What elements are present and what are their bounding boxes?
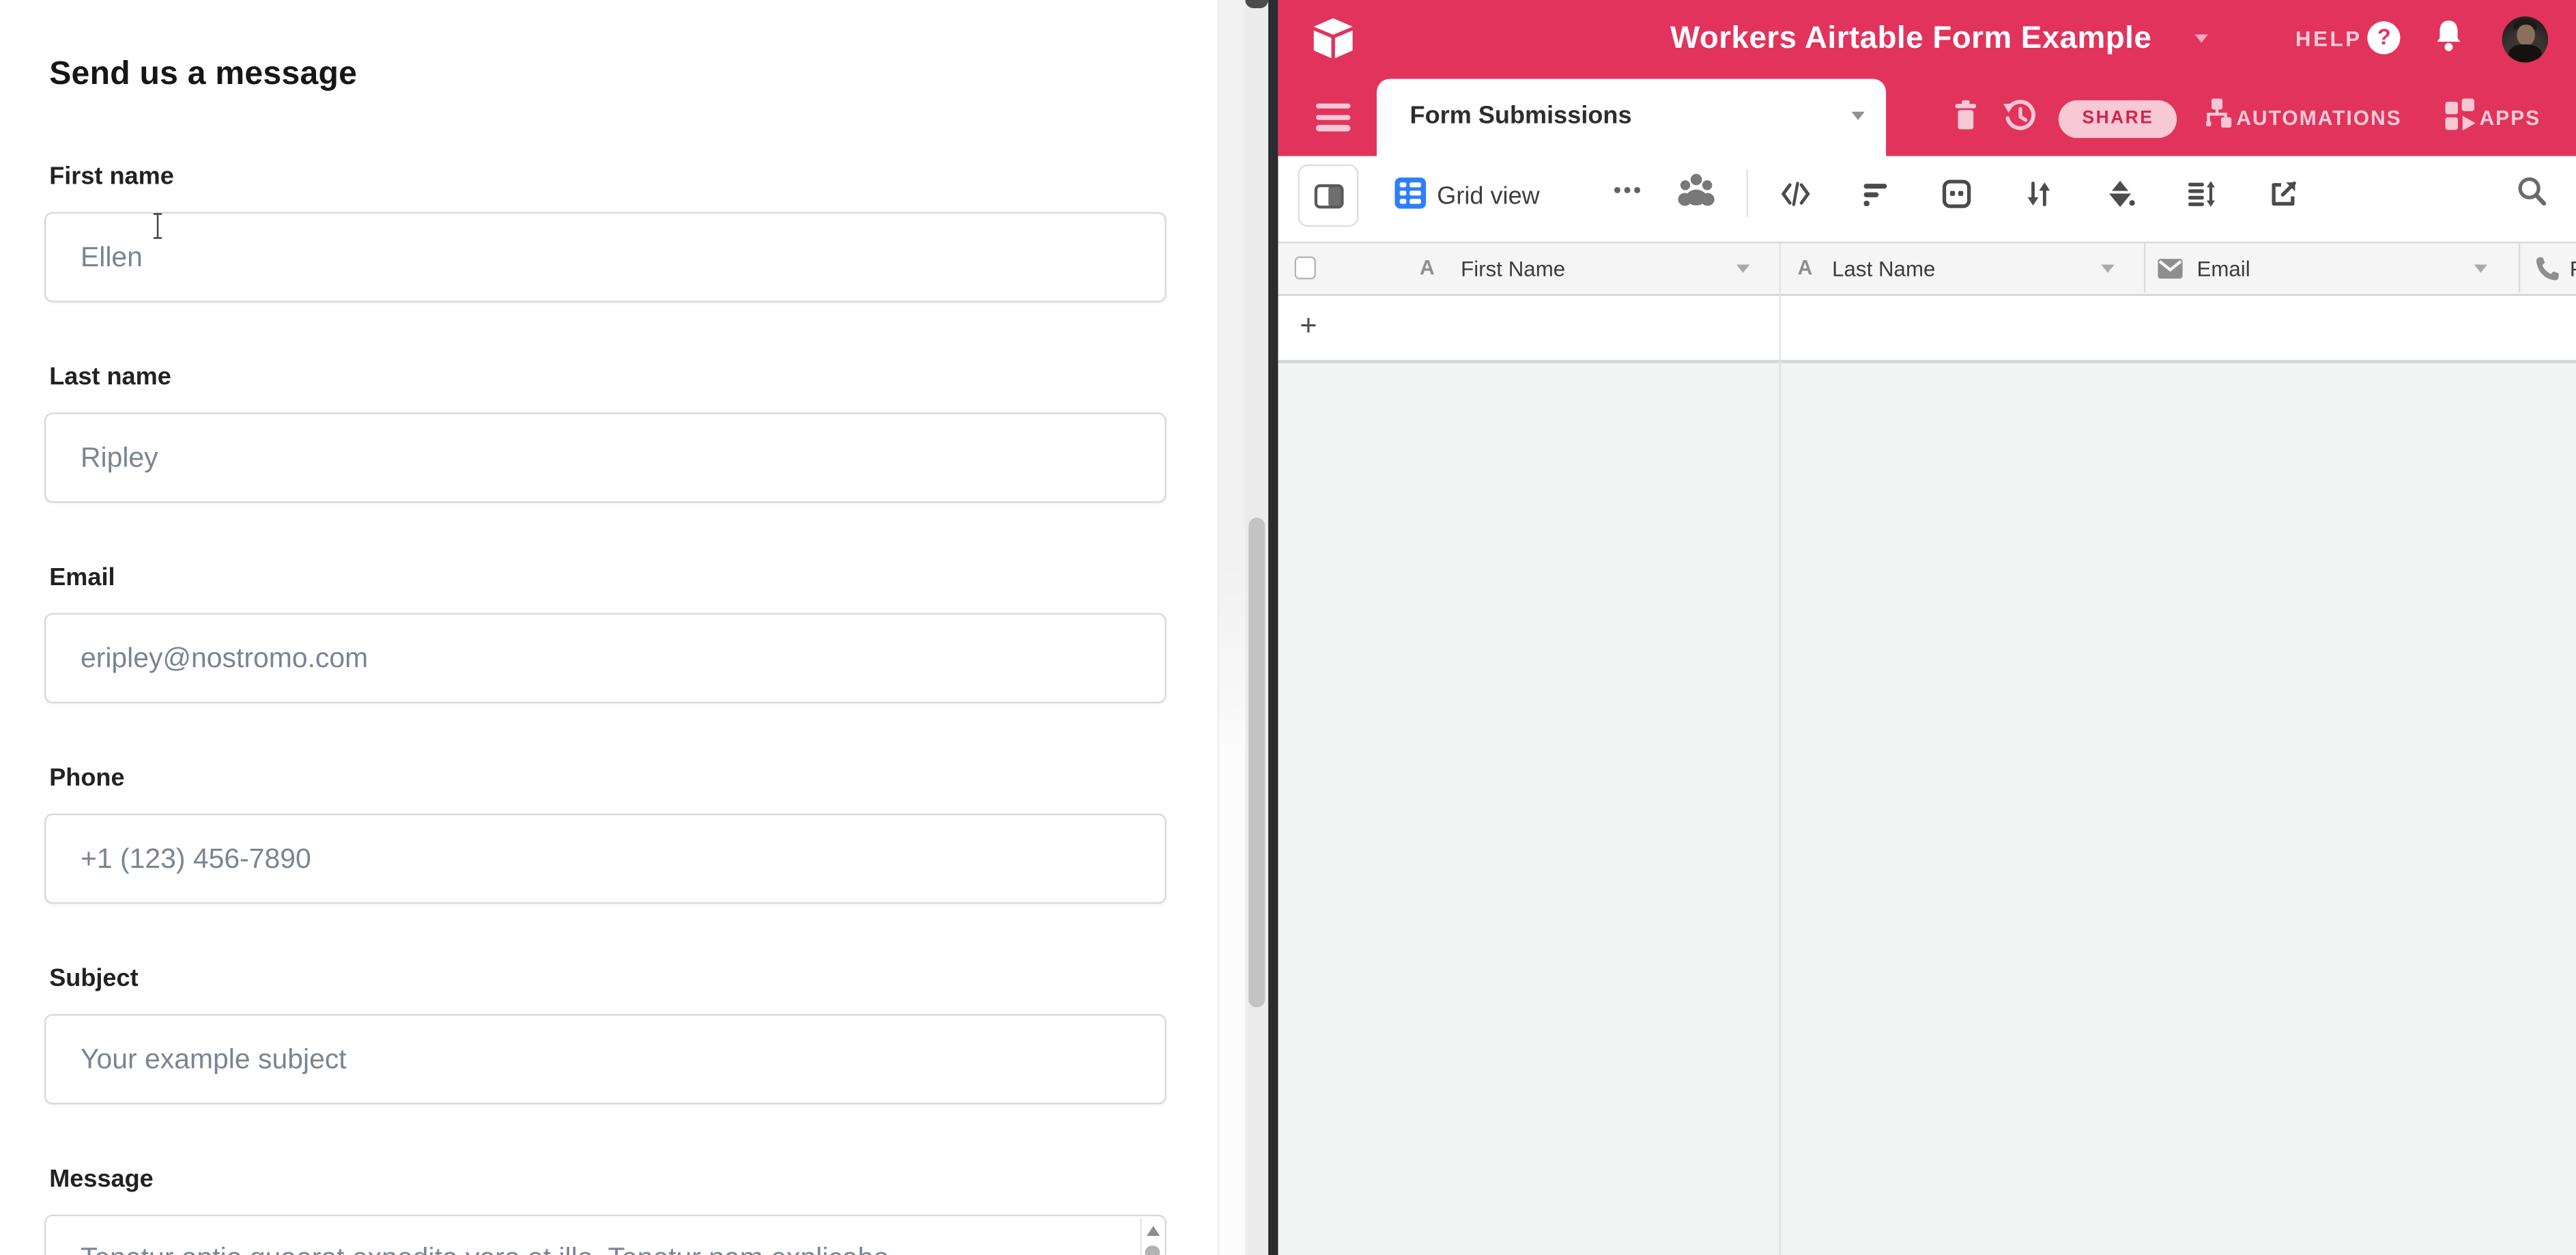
primary-column-divider	[1779, 242, 1780, 1255]
table-tab-label: Form Submissions	[1410, 101, 1632, 129]
base-title[interactable]: Workers Airtable Form Example	[1607, 20, 2215, 57]
email-field-icon	[2158, 257, 2184, 279]
column-divider	[2144, 242, 2145, 292]
column-last-name-caret-icon[interactable]	[2102, 264, 2115, 272]
grid-view-icon[interactable]	[1395, 178, 1427, 209]
message-label: Message	[49, 1165, 154, 1193]
message-textarea[interactable]: Tenetur optio quaerat expedita vero et i…	[44, 1215, 1167, 1255]
first-name-label: First name	[49, 163, 174, 191]
help-button[interactable]: HELP	[2295, 27, 2362, 51]
share-button-label: SHARE	[2083, 109, 2154, 128]
last-name-label: Last name	[49, 363, 171, 391]
notifications-bell-icon[interactable]	[2433, 18, 2465, 54]
share-view-icon[interactable]	[2269, 178, 2298, 208]
contact-form-pane: Send us a message First name Last name E…	[0, 0, 1218, 1255]
question-mark-glyph: ?	[2377, 24, 2391, 48]
airtable-logo-icon[interactable]	[1311, 16, 1356, 61]
column-email[interactable]: Email	[2196, 255, 2250, 280]
toolbar-separator	[1747, 169, 1748, 217]
email-input[interactable]	[44, 613, 1167, 703]
views-sidebar-toggle-button[interactable]	[1298, 163, 1359, 225]
subject-label: Subject	[49, 965, 138, 993]
collaborators-icon[interactable]	[1678, 171, 1715, 207]
table-tab-caret-icon[interactable]	[1852, 112, 1865, 120]
grid-column-header-row: A First Name A Last Name Email Phone	[1278, 241, 2576, 295]
add-record-plus-icon[interactable]: +	[1300, 308, 1317, 343]
select-all-checkbox[interactable]	[1295, 255, 1316, 279]
view-toolbar: Grid view •••	[1278, 156, 2576, 241]
filter-icon[interactable]	[1861, 178, 1891, 208]
message-scrollbar-thumb[interactable]	[1145, 1245, 1160, 1255]
text-field-icon: A	[1798, 255, 1813, 279]
sort-icon[interactable]	[2024, 178, 2054, 208]
window-divider	[1269, 0, 1278, 1255]
share-button[interactable]: SHARE	[2059, 100, 2177, 138]
phone-label: Phone	[49, 764, 124, 792]
add-record-row[interactable]: +	[1278, 295, 2576, 363]
view-name-label[interactable]: Grid view	[1437, 182, 1539, 210]
history-snapshot-icon[interactable]	[2003, 98, 2037, 133]
email-label: Email	[49, 564, 115, 592]
first-name-input[interactable]	[44, 212, 1167, 302]
base-title-caret-icon[interactable]	[2195, 35, 2208, 43]
column-last-name[interactable]: Last Name	[1832, 255, 1935, 280]
column-divider	[2518, 242, 2519, 292]
message-text: Tenetur optio quaerat expedita vero et i…	[81, 1243, 1122, 1255]
avatar-face	[2517, 24, 2534, 45]
row-height-icon[interactable]	[2187, 178, 2216, 208]
group-icon[interactable]	[1942, 178, 1971, 208]
column-first-name[interactable]: First Name	[1461, 255, 1565, 280]
screenshot-stage: Send us a message First name Last name E…	[0, 0, 2576, 1255]
apps-label[interactable]: APPS	[2479, 107, 2541, 130]
phone-input[interactable]	[44, 813, 1167, 903]
sidebar-menu-icon[interactable]	[1316, 104, 1351, 136]
hide-fields-icon[interactable]	[1781, 178, 1811, 208]
grid-empty-canvas	[1278, 363, 2576, 1255]
form-title: Send us a message	[49, 56, 357, 94]
phone-field-icon	[2534, 254, 2562, 282]
subject-input[interactable]	[44, 1014, 1167, 1104]
sidebar-panel-icon	[1315, 183, 1344, 208]
last-name-input[interactable]	[44, 412, 1167, 503]
column-first-name-caret-icon[interactable]	[1737, 264, 1750, 272]
avatar-body	[2509, 44, 2542, 61]
text-field-icon: A	[1420, 255, 1435, 279]
column-phone[interactable]: Phone	[2570, 255, 2576, 280]
column-email-caret-icon[interactable]	[2474, 264, 2487, 272]
trash-icon[interactable]	[1952, 98, 1980, 131]
search-icon[interactable]	[2517, 176, 2547, 208]
tab-form-submissions[interactable]: Form Submissions	[1377, 78, 1886, 156]
automations-icon[interactable]	[2202, 97, 2233, 130]
record-color-icon[interactable]	[2106, 178, 2136, 208]
message-scrollbar[interactable]	[1140, 1218, 1163, 1255]
scroll-up-arrow-icon[interactable]	[1147, 1226, 1160, 1236]
form-pane-gutter	[1218, 0, 1246, 1255]
page-scrollbar-thumb[interactable]	[1248, 518, 1265, 1007]
automations-label[interactable]: AUTOMATIONS	[2236, 107, 2401, 130]
text-cursor-ibeam	[149, 212, 166, 240]
view-more-options-icon[interactable]: •••	[1614, 178, 1644, 202]
apps-icon[interactable]	[2445, 97, 2478, 132]
airtable-window: Workers Airtable Form Example HELP ? For…	[1278, 0, 2576, 1255]
